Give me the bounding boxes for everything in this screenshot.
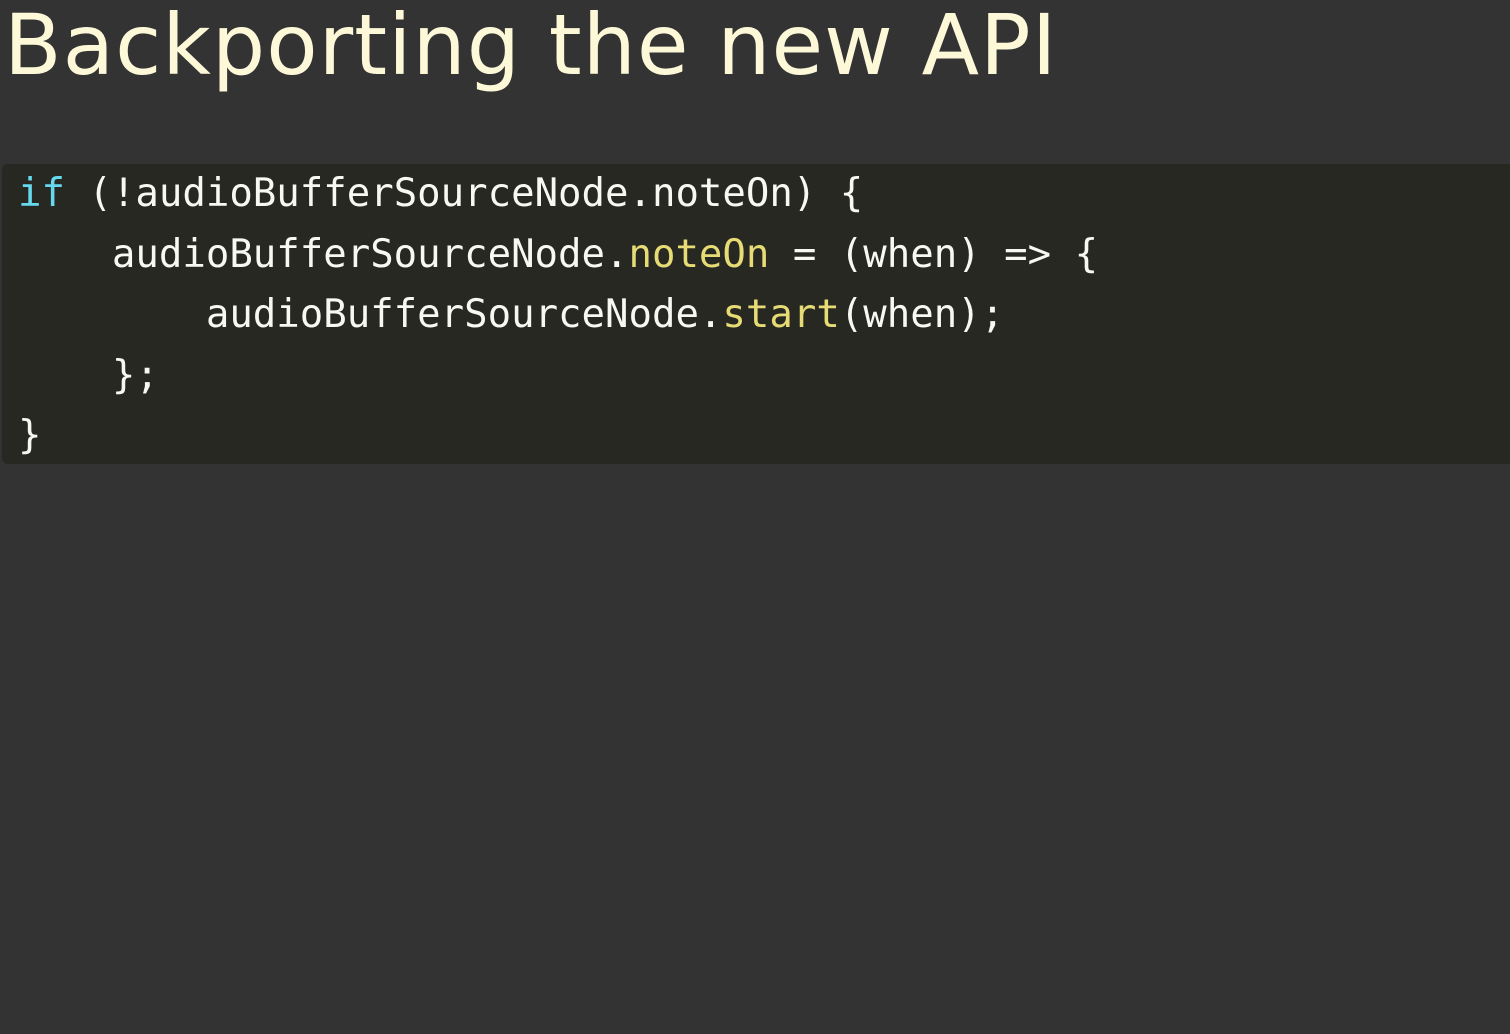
code-line-1: if (!audioBufferSourceNode.noteOn) { bbox=[18, 164, 1098, 225]
code-function-name: noteOn bbox=[628, 231, 770, 277]
code-line-5: } bbox=[18, 406, 1098, 467]
code-function-name: start bbox=[722, 292, 840, 337]
code-text: audioBufferSourceNode. bbox=[111, 231, 629, 277]
code-line-4: }; bbox=[18, 346, 1098, 407]
code-line-3: audioBufferSourceNode.start(when); bbox=[18, 285, 1098, 346]
slide-title: Backporting the new API bbox=[4, 0, 1058, 94]
code-text: = (when) => { bbox=[769, 231, 1099, 277]
code-listing: if (!audioBufferSourceNode.noteOn) { aud… bbox=[18, 164, 1098, 467]
code-text: audioBufferSourceNode. bbox=[205, 292, 723, 337]
code-text: (when); bbox=[839, 292, 1005, 337]
code-block: if (!audioBufferSourceNode.noteOn) { aud… bbox=[2, 164, 1510, 464]
code-text: } bbox=[18, 413, 42, 458]
code-text: }; bbox=[111, 352, 159, 398]
code-line-2: audioBufferSourceNode.noteOn = (when) =>… bbox=[18, 225, 1098, 286]
code-keyword: if bbox=[18, 171, 65, 216]
code-text: (!audioBufferSourceNode.noteOn) { bbox=[64, 171, 864, 216]
slide: Backporting the new API if (!audioBuffer… bbox=[0, 0, 1510, 1034]
